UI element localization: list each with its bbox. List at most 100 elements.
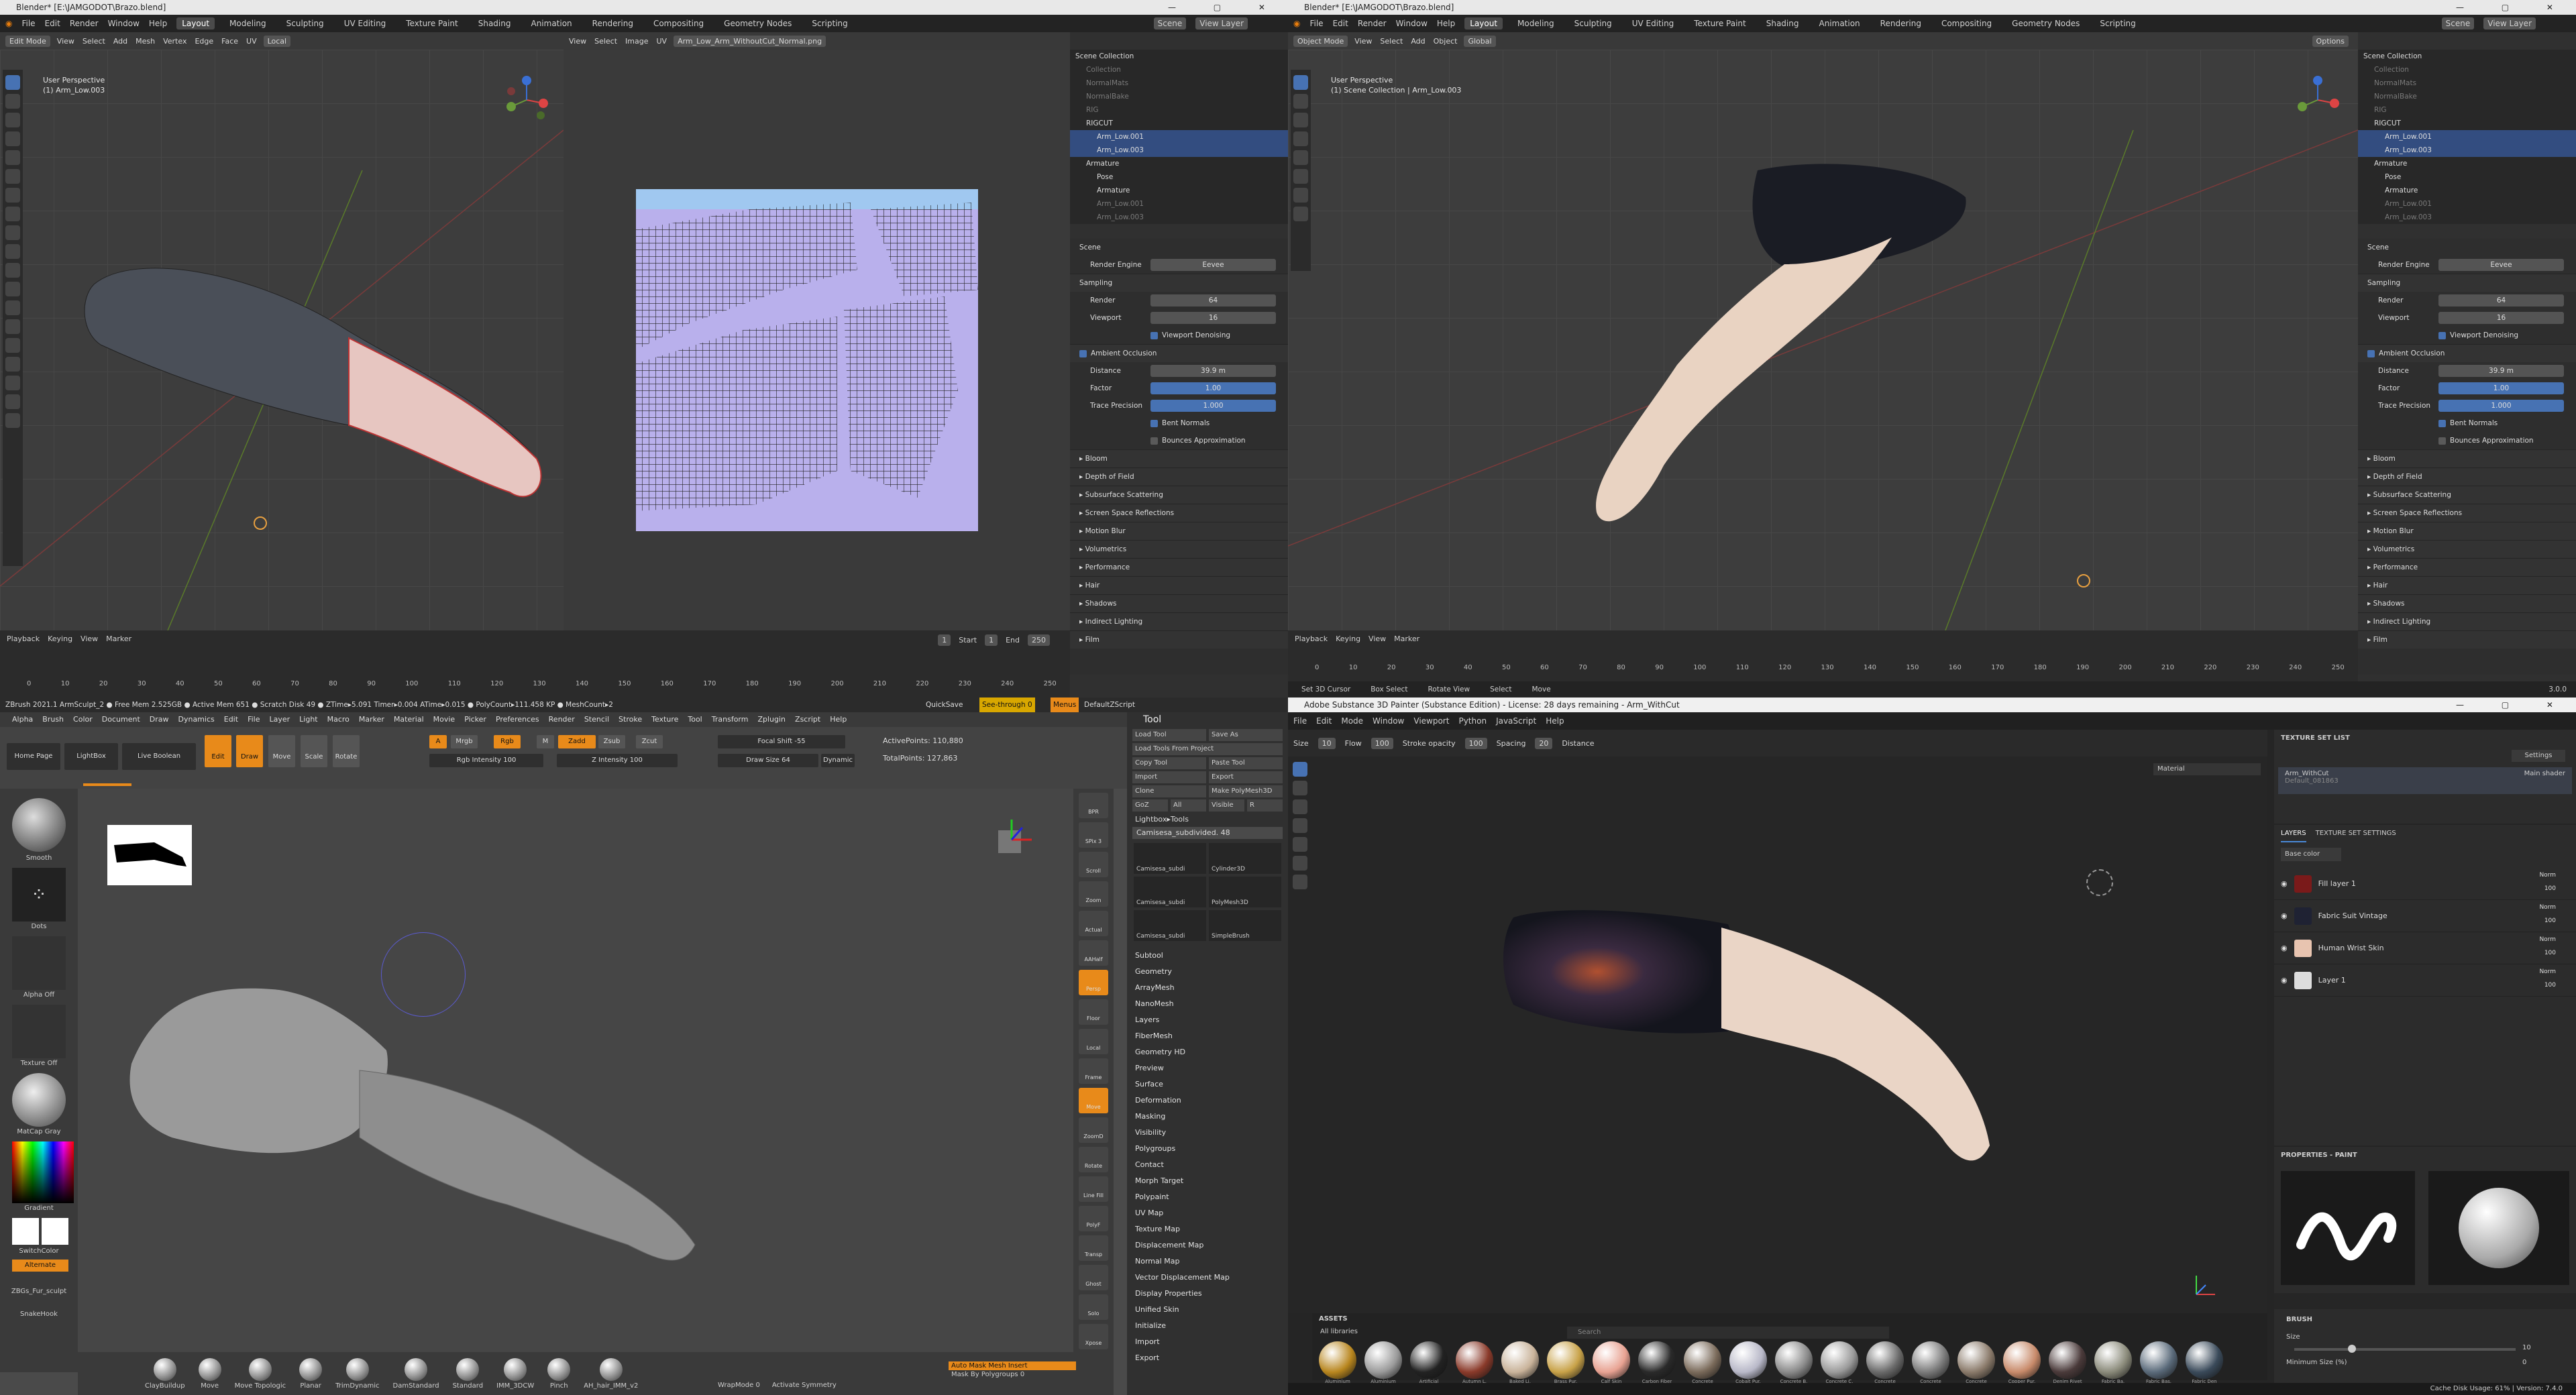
viewport-menu-face[interactable]: Face xyxy=(221,37,238,46)
uv-editor[interactable] xyxy=(564,50,1070,630)
tool-btn-load-tool[interactable]: Load Tool xyxy=(1132,729,1206,741)
asset-item[interactable]: Concrete xyxy=(1957,1341,1995,1384)
menus-button[interactable]: Menus xyxy=(1051,698,1079,712)
all-libraries-item[interactable]: All libraries xyxy=(1320,1328,1358,1335)
timeline-ruler[interactable]: 0 10 20 30 40 50 60 70 80 90 100 110 120 130 140 150 160… xyxy=(1315,664,2345,677)
tab-sculpting[interactable]: Sculpting xyxy=(281,17,329,30)
view-button-rotate[interactable]: Rotate xyxy=(1079,1147,1108,1172)
zmenu-transform[interactable]: Transform xyxy=(712,712,749,727)
zmenu-tool[interactable]: Tool xyxy=(688,712,702,727)
menu-render[interactable]: Render xyxy=(1358,19,1387,28)
uv-menu-select[interactable]: Select xyxy=(594,37,617,46)
section-screen-space-reflections[interactable]: ▸ Screen Space Reflections xyxy=(2358,504,2576,522)
shelf-brush[interactable]: ClayBuildup xyxy=(145,1357,185,1390)
section-motion-blur[interactable]: ▸ Motion Blur xyxy=(1070,522,1288,540)
section-performance[interactable]: ▸ Performance xyxy=(1070,558,1288,576)
timeline-menu-marker[interactable]: Marker xyxy=(106,634,131,643)
draw-button[interactable]: Draw xyxy=(236,735,263,767)
section-bloom[interactable]: ▸ Bloom xyxy=(2358,449,2576,467)
section-depth-of-field[interactable]: ▸ Depth of Field xyxy=(1070,467,1288,486)
outliner-row[interactable]: Pose xyxy=(2358,170,2576,184)
subpalette-normal-map[interactable]: Normal Map xyxy=(1127,1253,1288,1270)
tab-shading[interactable]: Shading xyxy=(473,17,517,30)
bent-normals-checkbox[interactable] xyxy=(1150,419,1158,427)
tab-layers[interactable]: LAYERS xyxy=(2281,825,2306,842)
view-layer-select[interactable]: View Layer xyxy=(2483,17,2536,30)
outliner-row[interactable]: Collection xyxy=(1070,63,1288,76)
menu-file[interactable]: File xyxy=(21,19,35,28)
bounces-row[interactable]: Bounces Approximation xyxy=(2358,432,2576,449)
brush-size-value[interactable]: 10 xyxy=(2522,1344,2531,1351)
trace-field[interactable]: 1.000 xyxy=(1150,400,1276,412)
asset-item[interactable]: Aluminium xyxy=(1364,1341,1402,1384)
tab-texture-set-settings[interactable]: TEXTURE SET SETTINGS xyxy=(2316,825,2396,842)
section-bloom[interactable]: ▸ Bloom xyxy=(1070,449,1288,467)
shelf-brush[interactable]: IMM_3DCW xyxy=(496,1357,534,1390)
move-button[interactable]: Move xyxy=(268,735,295,767)
distance-field[interactable]: 39.9 m xyxy=(2438,365,2564,377)
ao-section[interactable]: Ambient Occlusion xyxy=(2358,344,2576,362)
outliner-row[interactable]: Pose xyxy=(1070,170,1288,184)
factor-field[interactable]: 1.00 xyxy=(1150,382,1276,394)
rotate-button[interactable]: Rotate xyxy=(333,735,360,767)
smudge-icon[interactable] xyxy=(1293,837,1307,852)
tab-modeling[interactable]: Modeling xyxy=(224,17,272,30)
distance-field[interactable]: 39.9 m xyxy=(1150,365,1276,377)
view-button-transp[interactable]: Transp xyxy=(1079,1235,1108,1261)
tab-texture-paint[interactable]: Texture Paint xyxy=(400,17,463,30)
tab-scripting[interactable]: Scripting xyxy=(2094,17,2141,30)
tab-shading[interactable]: Shading xyxy=(1761,17,1805,30)
outliner-row[interactable]: Armature xyxy=(2358,184,2576,197)
tab-rendering[interactable]: Rendering xyxy=(587,17,639,30)
spacing-slider[interactable]: 20 xyxy=(1535,737,1553,749)
view-button-xpose[interactable]: Xpose xyxy=(1079,1324,1108,1349)
draw-size-slider[interactable]: Draw Size 64 xyxy=(718,754,818,767)
subpalette-uv-map[interactable]: UV Map xyxy=(1127,1205,1288,1221)
view-button-solo[interactable]: Solo xyxy=(1079,1294,1108,1320)
denoise-checkbox[interactable] xyxy=(1150,331,1158,339)
alpha-icon[interactable] xyxy=(12,936,66,990)
current-frame[interactable]: 1 xyxy=(938,634,951,646)
uv-menu-image[interactable]: Image xyxy=(625,37,648,46)
a-button[interactable]: A xyxy=(429,735,447,748)
subpalette-layers[interactable]: Layers xyxy=(1127,1012,1288,1028)
menu-window[interactable]: Window xyxy=(1373,716,1404,726)
viewport-menu-add[interactable]: Add xyxy=(1411,37,1425,46)
subpalette-displacement-map[interactable]: Displacement Map xyxy=(1127,1237,1288,1253)
clone-icon[interactable] xyxy=(1293,856,1307,871)
asset-item[interactable]: Denim Rivet xyxy=(2049,1341,2086,1384)
menu-viewport[interactable]: Viewport xyxy=(1413,716,1449,726)
end-frame[interactable]: 250 xyxy=(1028,634,1050,646)
subpalette-geometry[interactable]: Geometry xyxy=(1127,964,1288,980)
bounces-checkbox[interactable] xyxy=(1150,437,1158,445)
section-shadows[interactable]: ▸ Shadows xyxy=(2358,594,2576,612)
render-samples-field[interactable]: 64 xyxy=(1150,294,1276,306)
menu-javascript[interactable]: JavaScript xyxy=(1496,716,1536,726)
subpalette-vector-displacement-map[interactable]: Vector Displacement Map xyxy=(1127,1270,1288,1286)
zmenu-edit[interactable]: Edit xyxy=(224,712,238,727)
zmenu-color[interactable]: Color xyxy=(73,712,93,727)
rgb-intensity-slider[interactable]: Rgb Intensity 100 xyxy=(429,754,543,767)
tool-thumbnail[interactable]: PolyMesh3D xyxy=(1209,877,1281,907)
tab-layout[interactable]: Layout xyxy=(176,17,215,30)
shelf-brush[interactable]: Move Topologic xyxy=(235,1357,286,1390)
outliner-row[interactable]: Arm_Low.001 xyxy=(2358,130,2576,144)
menu-edit[interactable]: Edit xyxy=(1316,716,1332,726)
outliner-row[interactable]: Arm_Low.001 xyxy=(1070,130,1288,144)
view-button-floor[interactable]: Floor xyxy=(1079,999,1108,1025)
tool-thumbnail[interactable]: Camisesa_subdi xyxy=(1134,877,1206,907)
view-button-aahalf[interactable]: AAHalf xyxy=(1079,940,1108,966)
asset-item[interactable]: Copper Pur. xyxy=(2003,1341,2041,1384)
zmenu-layer[interactable]: Layer xyxy=(269,712,290,727)
viewport-menu-select[interactable]: Select xyxy=(1380,37,1403,46)
section-performance[interactable]: ▸ Performance xyxy=(2358,558,2576,576)
menu-python[interactable]: Python xyxy=(1458,716,1487,726)
tab-sculpting[interactable]: Sculpting xyxy=(1569,17,1617,30)
subpalette-visibility[interactable]: Visibility xyxy=(1127,1125,1288,1141)
bounces-row[interactable]: Bounces Approximation xyxy=(1070,432,1288,449)
tab-uv-editing[interactable]: UV Editing xyxy=(339,17,392,30)
3d-viewport[interactable]: User Perspective (1) Arm_Low.003 xyxy=(0,50,564,630)
sampling-section[interactable]: Sampling xyxy=(2358,274,2576,292)
zmenu-movie[interactable]: Movie xyxy=(433,712,455,727)
lightbox-button[interactable]: LightBox xyxy=(64,743,118,770)
